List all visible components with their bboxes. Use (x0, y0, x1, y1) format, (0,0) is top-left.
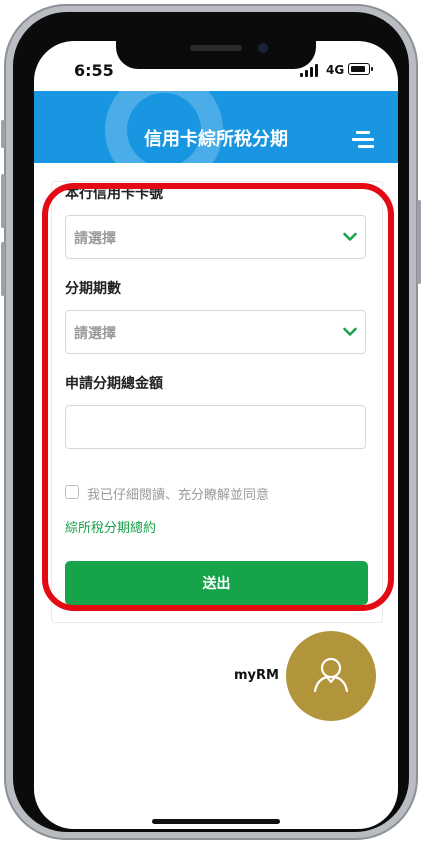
agreement-checkbox[interactable] (65, 485, 79, 499)
installments-label: 分期期數 (65, 281, 121, 297)
mute-switch (1, 120, 5, 148)
app-header: 信用卡綜所稅分期 (34, 91, 398, 163)
page-title: 信用卡綜所稅分期 (144, 129, 288, 150)
installments-select[interactable]: 請選擇 (65, 310, 366, 354)
submit-button[interactable]: 送出 (65, 561, 368, 605)
home-indicator[interactable] (152, 819, 280, 824)
amount-input[interactable] (65, 405, 366, 449)
installments-placeholder: 請選擇 (74, 326, 116, 342)
agreement-link[interactable]: 綜所稅分期總約 (65, 517, 156, 536)
network-type: 4G (326, 63, 345, 77)
myrm-label: myRM (234, 668, 279, 683)
agreement-label: 我已仔細閱讀、充分瞭解並同意 (87, 488, 270, 503)
card-number-label: 本行信用卡卡號 (65, 186, 163, 202)
chevron-down-icon (343, 232, 357, 241)
volume-up-button (1, 174, 5, 228)
amount-label: 申請分期總金額 (65, 376, 163, 392)
volume-down-button (1, 242, 5, 296)
myrm-button[interactable] (286, 631, 376, 721)
card-number-placeholder: 請選擇 (74, 231, 116, 247)
power-button (417, 200, 421, 284)
hamburger-menu-icon[interactable] (352, 127, 374, 151)
front-camera (258, 43, 268, 53)
phone-notch (116, 41, 316, 69)
card-number-select[interactable]: 請選擇 (65, 215, 366, 259)
person-icon (313, 657, 349, 693)
app-screen: 6:55 4G 信用卡綜所稅分期 本行信用卡卡號 請選擇 分期期數 請選擇 申請… (34, 41, 398, 829)
speaker-grille (190, 45, 242, 51)
battery-icon (348, 63, 373, 75)
status-time: 6:55 (74, 61, 114, 80)
chevron-down-icon (343, 327, 357, 336)
